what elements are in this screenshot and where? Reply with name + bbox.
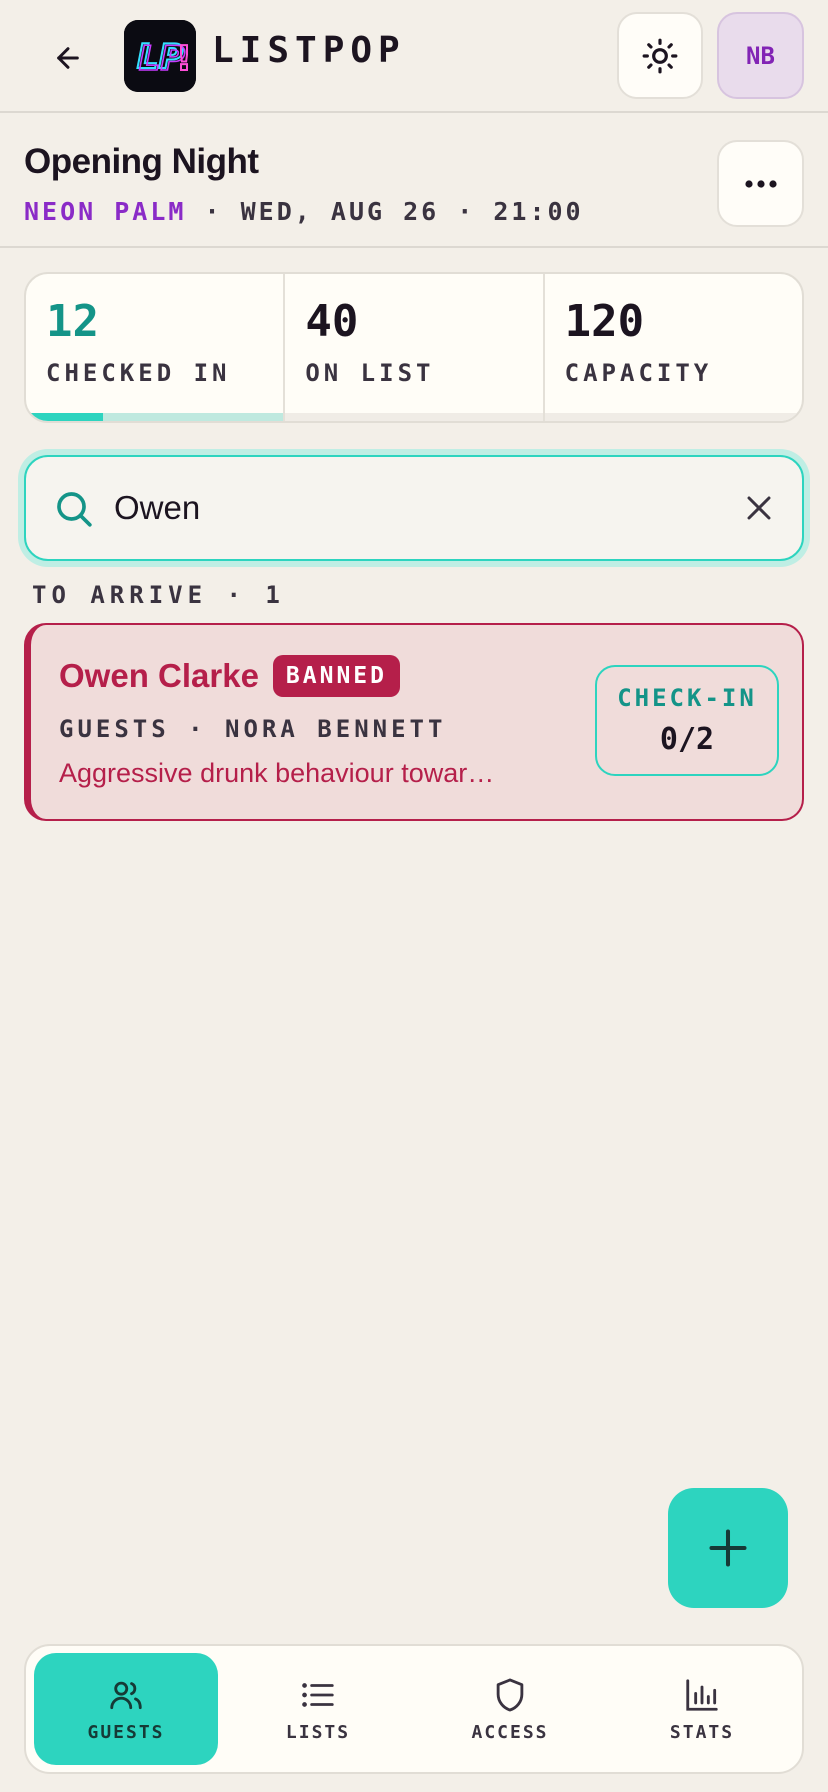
arrow-left-icon [57, 47, 79, 69]
stat-label: CHECKED IN [46, 359, 231, 387]
stat-value: 120 [564, 296, 645, 347]
stat-label: ON LIST [305, 359, 435, 387]
guest-name-row: Owen Clarke BANNED [59, 655, 401, 697]
nav-label: STATS [669, 1721, 735, 1743]
bar-chart-icon [686, 1678, 718, 1711]
section-label: TO ARRIVE · 1 [32, 581, 285, 609]
search-bar [24, 455, 804, 561]
stat-checked-in: 12 CHECKED IN [26, 274, 286, 421]
stats-panel: 12 CHECKED IN 40 ON LIST 120 CAPACITY [24, 272, 804, 423]
search-icon [57, 492, 92, 527]
banned-badge: BANNED [272, 655, 401, 697]
more-horizontal-icon [744, 179, 777, 188]
stat-track [285, 413, 543, 421]
checked-in-progress-bar [26, 413, 284, 421]
stat-label: CAPACITY [564, 359, 713, 387]
event-venue[interactable]: NEON PALM [24, 197, 186, 226]
guest-note: Aggressive drunk behaviour towards staff [59, 758, 509, 788]
brand-name: LISTPOP [212, 30, 406, 71]
guest-name: Owen Clarke [59, 657, 259, 694]
app-logo: LP LP ! [124, 20, 196, 92]
event-title: Opening Night [24, 142, 259, 181]
nav-access[interactable]: ACCESS [418, 1653, 602, 1765]
stat-capacity: 120 CAPACITY [544, 274, 802, 421]
svg-text:!: ! [176, 39, 192, 79]
more-options-button[interactable] [717, 140, 804, 227]
nav-lists[interactable]: LISTS [226, 1653, 410, 1765]
list-icon [302, 1682, 334, 1707]
back-button[interactable] [44, 34, 92, 82]
progress-fill [26, 413, 104, 421]
nav-label: LISTS [285, 1721, 351, 1743]
nav-guests[interactable]: GUESTS [34, 1653, 218, 1765]
stat-value: 40 [305, 296, 359, 347]
nav-label: GUESTS [87, 1721, 165, 1743]
guest-card[interactable]: Owen Clarke BANNED GUESTS · NORA BENNETT… [24, 623, 804, 821]
sun-icon [642, 38, 678, 73]
event-date-time: · WED, AUG 26 · 21:00 [204, 197, 584, 226]
check-in-label: CHECK-IN [617, 684, 757, 712]
user-avatar-button[interactable]: NB [717, 12, 804, 99]
stat-track [544, 413, 802, 421]
clear-search-button[interactable] [736, 485, 782, 531]
check-in-count: 0/2 [659, 722, 715, 757]
users-icon [110, 1681, 142, 1709]
shield-icon [496, 1678, 524, 1711]
close-icon [747, 496, 771, 520]
add-guest-button[interactable] [668, 1488, 788, 1608]
top-bar: LP LP ! LISTPOP NB [0, 0, 828, 113]
nav-label: ACCESS [471, 1721, 549, 1743]
theme-toggle-button[interactable] [617, 12, 703, 99]
nav-stats[interactable]: STATS [610, 1653, 794, 1765]
plus-icon [709, 1529, 747, 1567]
stat-on-list: 40 ON LIST [285, 274, 545, 421]
check-in-button[interactable]: CHECK-IN 0/2 [595, 665, 779, 776]
event-header: Opening Night NEON PALM · WED, AUG 26 · … [0, 115, 828, 248]
search-input[interactable] [114, 479, 674, 537]
guest-list-meta: GUESTS · NORA BENNETT [59, 715, 447, 743]
bottom-navigation: GUESTS LISTS ACCESS STATS [24, 1644, 804, 1774]
stat-value: 12 [46, 296, 99, 347]
event-meta: NEON PALM · WED, AUG 26 · 21:00 [24, 197, 584, 226]
